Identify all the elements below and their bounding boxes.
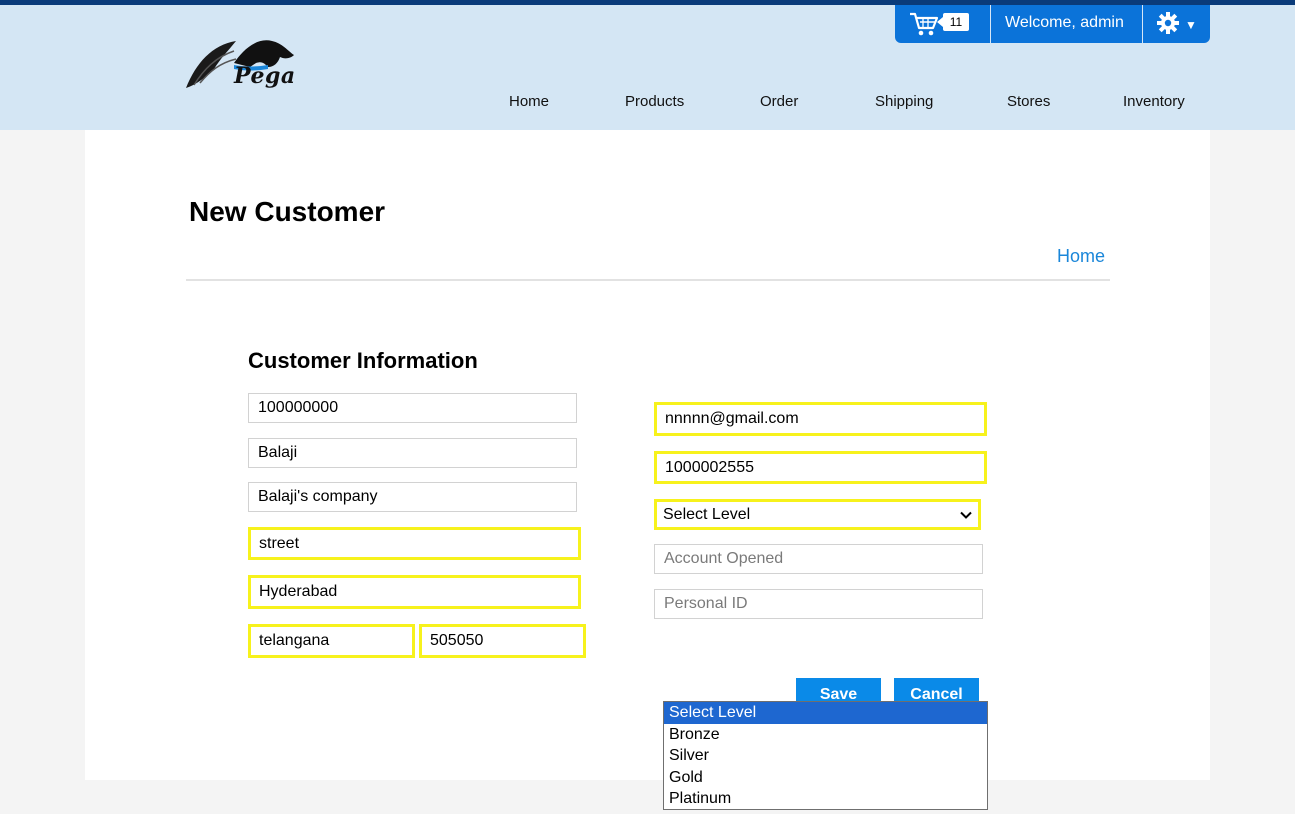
nav-shipping[interactable]: Shipping (875, 93, 933, 110)
userbar-divider (990, 5, 991, 43)
personal-id-field[interactable] (654, 589, 983, 619)
title-divider (186, 279, 1110, 281)
nav-home[interactable]: Home (509, 93, 549, 110)
customer-id-field[interactable] (248, 393, 577, 423)
nav-stores[interactable]: Stores (1007, 93, 1050, 110)
userbar-divider (1142, 5, 1143, 43)
level-option-silver[interactable]: Silver (664, 745, 987, 767)
level-option-gold[interactable]: Gold (664, 767, 987, 789)
city-field[interactable] (248, 575, 581, 609)
cart-icon[interactable] (909, 11, 939, 37)
account-opened-field[interactable] (654, 544, 983, 574)
company-field[interactable] (248, 482, 577, 512)
level-select-value: Select Level (663, 506, 751, 523)
phone-field[interactable] (654, 451, 987, 484)
user-bar: 11 Welcome, admin ▼ (895, 5, 1210, 43)
customer-name-field[interactable] (248, 438, 577, 468)
level-select[interactable]: Select Level (654, 499, 981, 530)
section-title: Customer Information (248, 348, 478, 373)
level-dropdown-list: Select Level Bronze Silver Gold Platinum (663, 701, 988, 810)
gear-icon[interactable] (1157, 12, 1179, 34)
chevron-down-icon (960, 511, 972, 519)
page-title: New Customer (189, 196, 386, 227)
cart-count-badge: 11 (937, 13, 969, 31)
nav-inventory[interactable]: Inventory (1123, 93, 1185, 110)
level-option-bronze[interactable]: Bronze (664, 724, 987, 746)
nav-products[interactable]: Products (625, 93, 684, 110)
pega-logo[interactable]: Pega (184, 33, 314, 95)
breadcrumb-home-link[interactable]: Home (1057, 246, 1105, 267)
logo-wordmark: Pega (234, 63, 296, 89)
caret-down-icon[interactable]: ▼ (1185, 14, 1197, 36)
state-field[interactable] (248, 624, 415, 658)
email-field[interactable] (654, 402, 987, 436)
level-option-platinum[interactable]: Platinum (664, 788, 987, 810)
level-option-select-level[interactable]: Select Level (664, 702, 987, 724)
welcome-text: Welcome, admin (1005, 14, 1124, 31)
street-field[interactable] (248, 527, 581, 560)
nav-order[interactable]: Order (760, 93, 798, 110)
zip-field[interactable] (419, 624, 586, 658)
